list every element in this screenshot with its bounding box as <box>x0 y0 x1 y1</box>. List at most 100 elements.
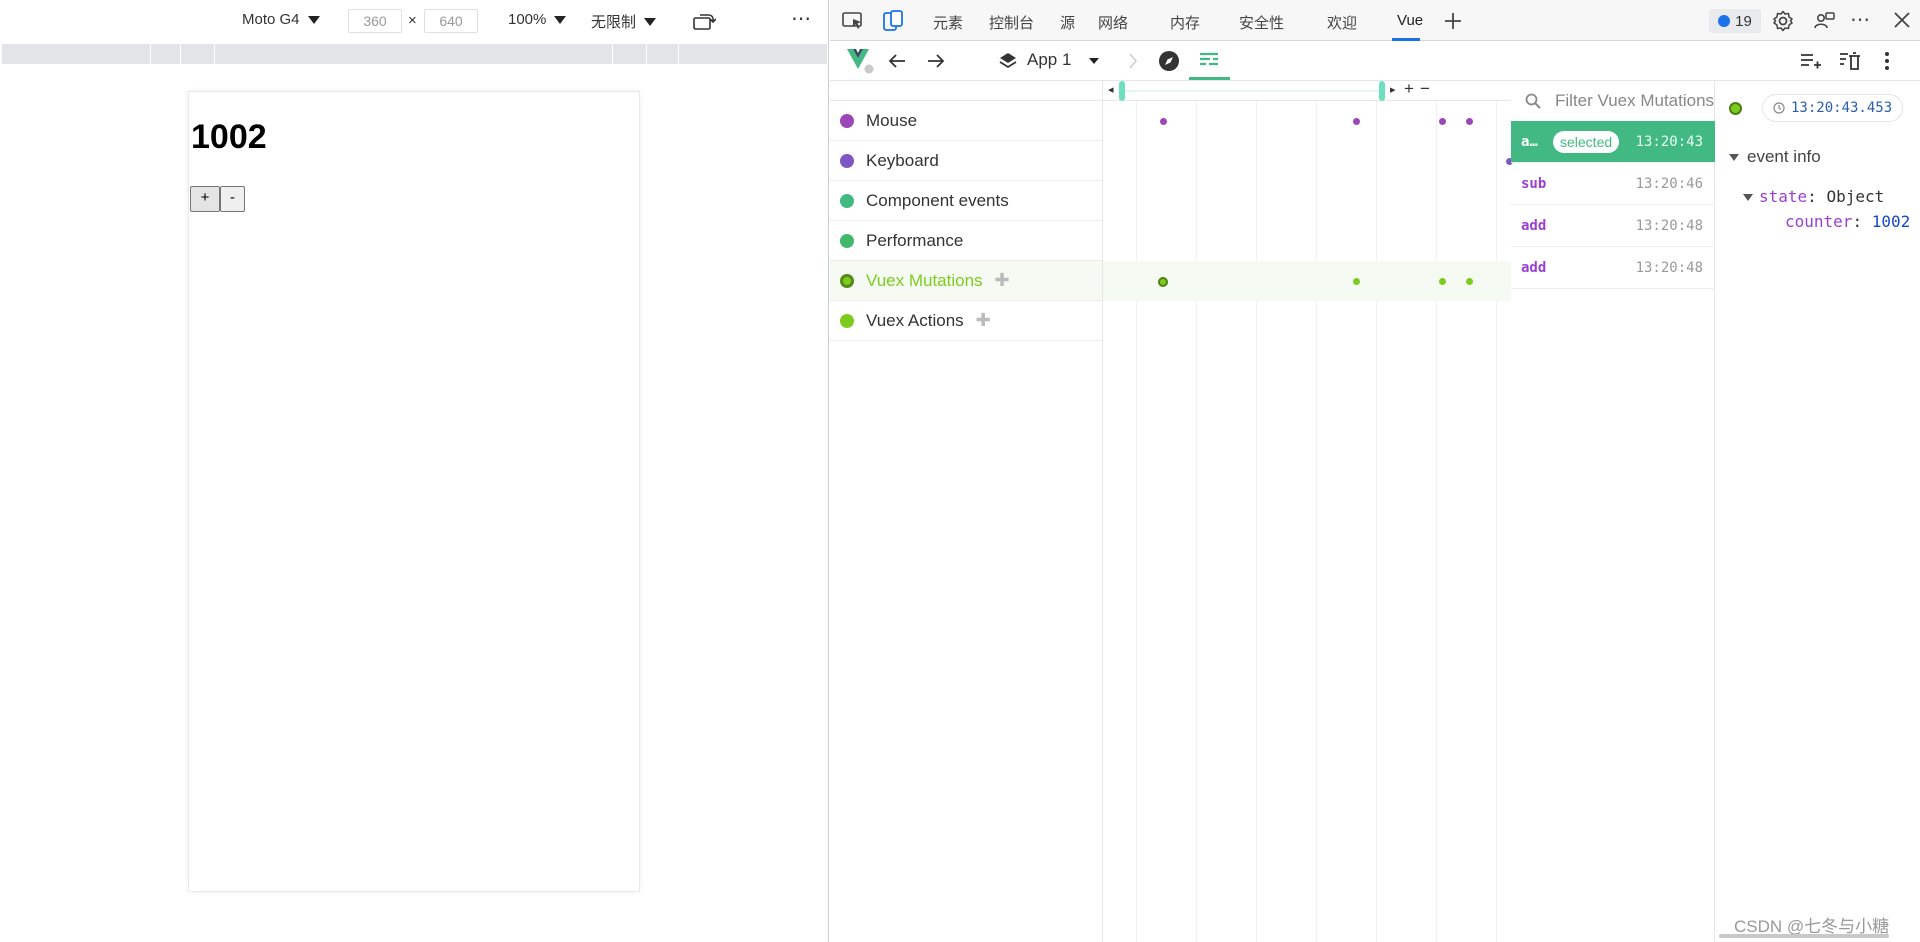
chevron-down-icon[interactable] <box>1089 58 1099 64</box>
media-query-divider <box>180 44 181 64</box>
layer-color-dot <box>840 233 854 248</box>
layer-component-events[interactable]: Component events <box>830 181 1102 221</box>
grid-line <box>1436 101 1437 942</box>
vue-devtools-toolbar: App 1 <box>830 41 1920 81</box>
event-marker[interactable] <box>1466 278 1473 285</box>
event-marker[interactable] <box>1353 118 1360 125</box>
event-name: sub <box>1521 176 1547 192</box>
layer-vuex-actions[interactable]: Vuex Actions ✚ <box>830 301 1102 341</box>
event-marker[interactable] <box>1353 278 1360 285</box>
add-layer-icon[interactable] <box>1800 52 1822 70</box>
compass-icon[interactable] <box>1158 50 1180 72</box>
event-row[interactable]: add 13:20:48 <box>1511 247 1715 289</box>
more-vertical-icon[interactable] <box>1884 51 1890 71</box>
tab-security[interactable]: 安全性 <box>1239 12 1284 33</box>
zoom-select[interactable]: 100% <box>508 11 567 28</box>
timeline-row-vuex-mutations <box>1103 261 1511 301</box>
plugin-puzzle-icon: ✚ <box>975 310 991 330</box>
tab-console[interactable]: 控制台 <box>989 12 1034 33</box>
layers-icon <box>999 53 1017 69</box>
grid-line <box>1496 101 1497 942</box>
state-entry[interactable]: state: Object <box>1743 187 1884 206</box>
selected-event-marker[interactable] <box>1158 277 1168 287</box>
grid-line <box>1376 101 1377 942</box>
layer-color-dot <box>840 313 854 328</box>
rotate-icon[interactable] <box>692 11 716 31</box>
decrement-button[interactable]: - <box>220 186 245 212</box>
zoom-in-icon[interactable]: + <box>1404 79 1414 99</box>
event-name: add <box>1521 260 1547 276</box>
scroll-right-icon[interactable]: ▸ <box>1390 83 1396 96</box>
timeline-scrubber[interactable]: ◂ ▸ + − <box>1103 79 1511 101</box>
close-icon[interactable] <box>1894 12 1910 28</box>
tab-vue[interactable]: Vue <box>1397 12 1423 29</box>
timeline-canvas[interactable]: ◂ ▸ + − <box>1103 79 1513 942</box>
more-options-icon[interactable]: ⋯ <box>791 6 812 31</box>
tab-elements[interactable]: 元素 <box>933 12 963 33</box>
tab-welcome[interactable]: 欢迎 <box>1327 12 1357 33</box>
tab-sources[interactable]: 源 <box>1060 12 1075 33</box>
event-marker[interactable] <box>1466 118 1473 125</box>
app-selector[interactable]: App 1 <box>1027 50 1071 70</box>
event-info-section[interactable]: event info <box>1729 147 1821 167</box>
add-tab-icon[interactable] <box>1444 12 1462 30</box>
issues-badge[interactable]: 19 <box>1709 9 1761 33</box>
event-time: 13:20:43 <box>1635 134 1703 150</box>
issues-count: 19 <box>1735 12 1752 30</box>
event-row-selected[interactable]: a… selected 13:20:43 <box>1511 121 1715 163</box>
devtools-panel: 元素 控制台 源 网络 内存 安全性 欢迎 Vue 19 ⋯ App 1 Mou… <box>830 0 1920 942</box>
event-marker[interactable] <box>1439 118 1446 125</box>
layer-label: Performance <box>866 230 964 250</box>
emulation-toolbar: Moto G4 360 × 640 100% 无限制 ⋯ <box>0 0 829 42</box>
scroll-left-icon[interactable]: ◂ <box>1108 83 1114 96</box>
forward-arrow-icon[interactable] <box>927 53 945 69</box>
increment-button[interactable]: + <box>190 186 220 212</box>
layer-color-dot <box>840 273 854 288</box>
layer-mouse[interactable]: Mouse <box>830 101 1102 141</box>
event-marker[interactable] <box>1160 118 1167 125</box>
width-input[interactable]: 360 <box>348 9 402 33</box>
event-name: a… <box>1521 134 1538 150</box>
media-query-bar[interactable] <box>2 44 827 64</box>
layer-label: Keyboard <box>866 150 939 170</box>
height-input[interactable]: 640 <box>424 9 478 33</box>
filter-input[interactable]: Filter Vuex Mutations <box>1555 91 1714 111</box>
chevron-down-icon <box>554 15 567 24</box>
event-time: 13:20:46 <box>1635 176 1703 192</box>
counter-state-value: 1002 <box>1871 212 1911 231</box>
settings-gear-icon[interactable] <box>1772 10 1794 32</box>
layers-header <box>830 81 1102 101</box>
media-query-divider <box>612 44 613 64</box>
zoom-out-icon[interactable]: − <box>1420 79 1430 99</box>
chevron-down-icon <box>307 15 320 24</box>
counter-entry[interactable]: counter: 1002 <box>1785 212 1910 231</box>
timeline-icon[interactable] <box>1198 51 1220 71</box>
device-select[interactable]: Moto G4 <box>242 11 320 28</box>
range-end-handle[interactable] <box>1379 81 1385 101</box>
user-feedback-icon[interactable] <box>1813 10 1835 32</box>
event-name: add <box>1521 218 1547 234</box>
event-time: 13:20:48 <box>1635 218 1703 234</box>
more-options-icon[interactable]: ⋯ <box>1850 7 1870 32</box>
tab-memory[interactable]: 内存 <box>1170 12 1200 33</box>
horizontal-scrollbar[interactable] <box>1719 934 1889 938</box>
inspect-element-icon[interactable] <box>842 12 864 30</box>
layer-label: Component events <box>866 190 1009 210</box>
event-row[interactable]: add 13:20:48 <box>1511 205 1715 247</box>
layer-vuex-mutations[interactable]: Vuex Mutations ✚ <box>830 261 1102 301</box>
layer-color-dot <box>840 113 854 128</box>
event-row[interactable]: sub 13:20:46 <box>1511 163 1715 205</box>
layer-performance[interactable]: Performance <box>830 221 1102 261</box>
clear-timeline-icon[interactable] <box>1839 51 1861 71</box>
layer-keyboard[interactable]: Keyboard <box>830 141 1102 181</box>
tab-network[interactable]: 网络 <box>1098 12 1128 33</box>
event-marker[interactable] <box>1439 278 1446 285</box>
throttle-select[interactable]: 无限制 <box>591 11 657 32</box>
state-key: state <box>1759 187 1808 206</box>
range-track <box>1125 90 1379 92</box>
device-viewport: 1002 + - <box>188 91 640 892</box>
device-toolbar-icon[interactable] <box>882 10 904 32</box>
grid-line <box>1256 101 1257 942</box>
back-arrow-icon[interactable] <box>888 53 906 69</box>
filter-bar[interactable]: Filter Vuex Mutations <box>1511 81 1715 121</box>
